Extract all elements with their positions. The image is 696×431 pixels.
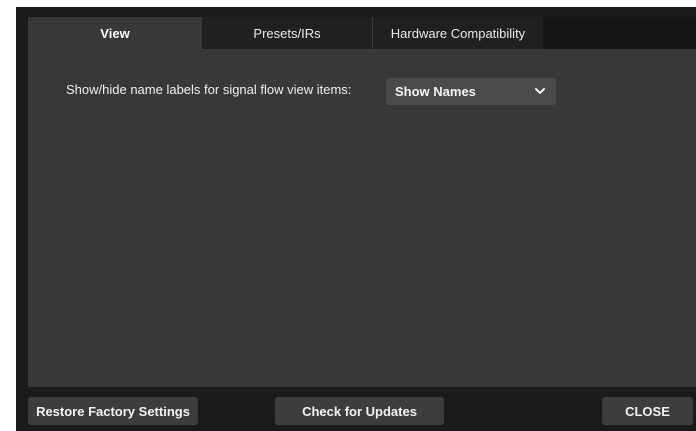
view-settings-panel: Show/hide name labels for signal flow vi… [28, 49, 696, 387]
tab-presets-irs-label: Presets/IRs [253, 25, 321, 41]
preferences-dialog: View Presets/IRs Hardware Compatibility … [16, 7, 696, 431]
tab-hardware-compatibility-label: Hardware Compatibility [390, 25, 526, 41]
restore-factory-settings-label: Restore Factory Settings [36, 403, 190, 419]
tab-bar: View Presets/IRs Hardware Compatibility [28, 17, 696, 49]
check-for-updates-label: Check for Updates [302, 403, 417, 419]
close-button[interactable]: CLOSE [602, 397, 693, 425]
tab-hardware-compatibility[interactable]: Hardware Compatibility [373, 17, 543, 49]
restore-factory-settings-button[interactable]: Restore Factory Settings [28, 397, 198, 425]
name-labels-dropdown[interactable]: Show Names [386, 78, 556, 105]
chevron-down-icon [535, 88, 545, 94]
close-label: CLOSE [625, 403, 670, 419]
tab-view[interactable]: View [28, 17, 202, 49]
tab-view-label: View [100, 25, 130, 41]
check-for-updates-button[interactable]: Check for Updates [275, 397, 444, 425]
name-labels-dropdown-value: Show Names [395, 84, 476, 99]
name-labels-setting-label: Show/hide name labels for signal flow vi… [66, 82, 352, 97]
tab-presets-irs[interactable]: Presets/IRs [202, 17, 372, 49]
